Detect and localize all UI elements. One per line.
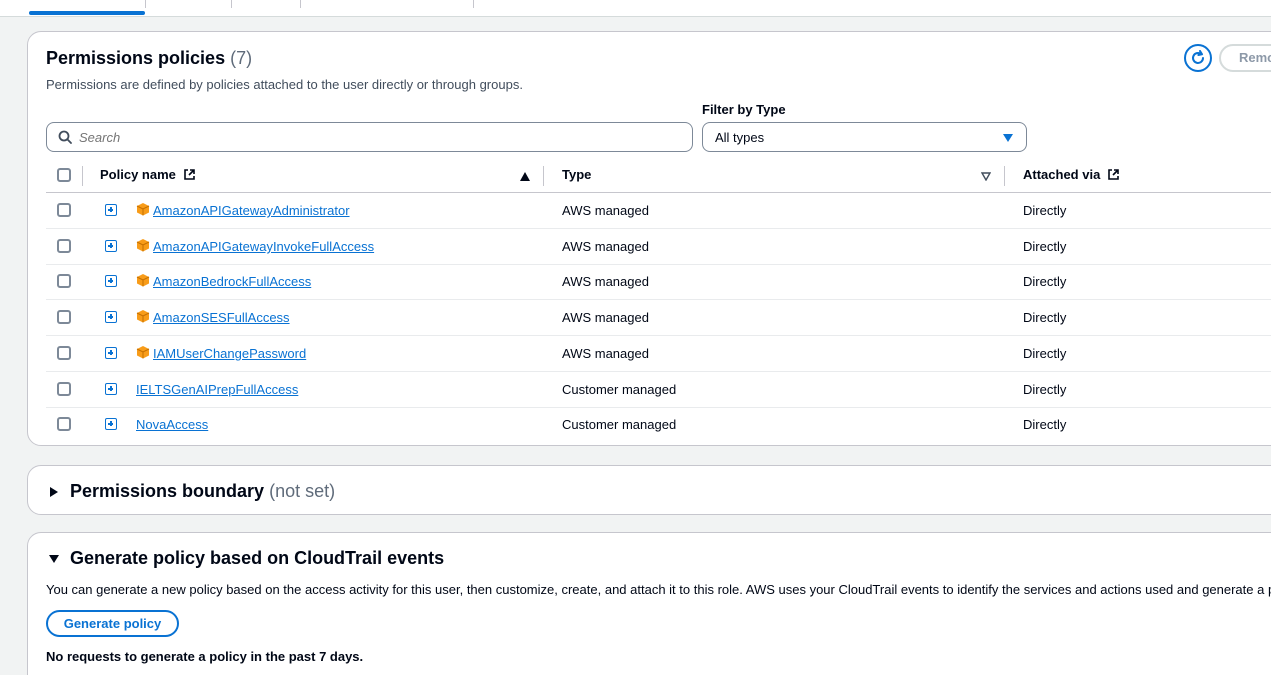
- tab-separator: [231, 0, 232, 8]
- column-separator: [543, 166, 544, 186]
- permissions-policies-heading: Permissions policies (7): [46, 48, 252, 69]
- external-link-icon: [1108, 169, 1119, 180]
- tab-separator: [145, 0, 146, 8]
- table-row: NovaAccess Customer managed Directly: [46, 407, 1271, 443]
- expand-icon[interactable]: [105, 418, 117, 430]
- permissions-policies-panel: Permissions policies (7) Permissions are…: [27, 31, 1271, 446]
- refresh-icon: [1192, 50, 1204, 64]
- search-input[interactable]: [79, 127, 679, 147]
- expand-icon[interactable]: [105, 383, 117, 395]
- caret-down-icon[interactable]: [49, 555, 59, 563]
- table-row: IELTSGenAIPrepFullAccess Customer manage…: [46, 372, 1271, 408]
- attached-via: Directly: [1023, 239, 1067, 254]
- column-header-attached-via[interactable]: Attached via: [1023, 167, 1120, 182]
- aws-managed-icon: [136, 274, 150, 287]
- sort-ascending-icon[interactable]: [520, 172, 530, 181]
- table-row: AmazonAPIGatewayAdministrator AWS manage…: [46, 193, 1271, 229]
- permissions-boundary-panel[interactable]: Permissions boundary (not set): [27, 465, 1271, 515]
- row-checkbox[interactable]: [57, 417, 71, 431]
- column-header-policy-name-label: Policy name: [100, 167, 176, 182]
- generate-policy-status: No requests to generate a policy in the …: [46, 649, 364, 664]
- attached-via: Directly: [1023, 274, 1067, 289]
- remove-button[interactable]: Remove: [1219, 44, 1271, 72]
- search-box[interactable]: [46, 122, 693, 152]
- expand-icon[interactable]: [105, 275, 117, 287]
- policy-name-link[interactable]: NovaAccess: [136, 417, 208, 432]
- caret-right-icon[interactable]: [50, 487, 58, 497]
- tab-strip: [0, 0, 1271, 17]
- cloudtrail-policy-panel: Generate policy based on CloudTrail even…: [27, 532, 1271, 675]
- refresh-button[interactable]: [1184, 44, 1212, 72]
- column-header-attached-via-label: Attached via: [1023, 167, 1101, 182]
- row-checkbox[interactable]: [57, 203, 71, 217]
- select-all-checkbox[interactable]: [57, 168, 71, 182]
- filter-type-value: All types: [715, 130, 765, 145]
- aws-managed-icon: [136, 239, 150, 252]
- policy-name-link[interactable]: IELTSGenAIPrepFullAccess: [136, 382, 298, 397]
- aws-managed-icon: [136, 310, 150, 323]
- filter-by-type-label: Filter by Type: [702, 102, 786, 117]
- column-separator: [1004, 166, 1005, 186]
- table-row: AmazonAPIGatewayInvokeFullAccess AWS man…: [46, 229, 1271, 265]
- attached-via: Directly: [1023, 346, 1067, 361]
- policy-type: AWS managed: [562, 203, 649, 218]
- active-tab-indicator: [29, 11, 145, 15]
- table-header: Policy name Type Attached via: [46, 158, 1271, 193]
- policy-count: (7): [230, 48, 253, 68]
- row-checkbox[interactable]: [57, 310, 71, 324]
- permissions-boundary-heading[interactable]: Permissions boundary (not set): [70, 481, 335, 502]
- policy-type: AWS managed: [562, 346, 649, 361]
- column-header-type[interactable]: Type: [562, 167, 591, 182]
- policy-name-link[interactable]: AmazonAPIGatewayAdministrator: [153, 203, 350, 218]
- policy-type: AWS managed: [562, 310, 649, 325]
- attached-via: Directly: [1023, 310, 1067, 325]
- expand-icon[interactable]: [105, 204, 117, 216]
- attached-via: Directly: [1023, 382, 1067, 397]
- column-header-policy-name[interactable]: Policy name: [100, 167, 196, 182]
- policy-type: AWS managed: [562, 274, 649, 289]
- tab-separator: [300, 0, 301, 8]
- permissions-policies-title: Permissions policies: [46, 48, 226, 68]
- permissions-policies-description: Permissions are defined by policies atta…: [46, 77, 523, 92]
- filter-type-select[interactable]: All types: [702, 122, 1027, 152]
- aws-managed-icon: [136, 203, 150, 216]
- policy-name-link[interactable]: AmazonBedrockFullAccess: [153, 274, 311, 289]
- attached-via: Directly: [1023, 203, 1067, 218]
- policy-name-link[interactable]: IAMUserChangePassword: [153, 346, 306, 361]
- policy-type: Customer managed: [562, 382, 677, 397]
- table-row: AmazonBedrockFullAccess AWS managed Dire…: [46, 264, 1271, 300]
- row-checkbox[interactable]: [57, 346, 71, 360]
- row-checkbox[interactable]: [57, 274, 71, 288]
- aws-managed-icon: [136, 346, 150, 359]
- boundary-status: (not set): [269, 481, 336, 501]
- generate-policy-button[interactable]: Generate policy: [46, 610, 179, 637]
- policy-type: Customer managed: [562, 417, 677, 432]
- row-checkbox[interactable]: [57, 239, 71, 253]
- cloudtrail-heading[interactable]: Generate policy based on CloudTrail even…: [70, 548, 444, 569]
- column-separator: [82, 166, 83, 186]
- expand-icon[interactable]: [105, 347, 117, 359]
- table-row: IAMUserChangePassword AWS managed Direct…: [46, 336, 1271, 372]
- permissions-boundary-title: Permissions boundary: [70, 481, 265, 501]
- policy-name-link[interactable]: AmazonAPIGatewayInvokeFullAccess: [153, 239, 374, 254]
- search-icon: [58, 130, 72, 144]
- cloudtrail-description: You can generate a new policy based on t…: [46, 582, 1271, 597]
- policy-name-link[interactable]: AmazonSESFullAccess: [153, 310, 290, 325]
- expand-icon[interactable]: [105, 311, 117, 323]
- table-row: AmazonSESFullAccess AWS managed Directly: [46, 300, 1271, 336]
- row-checkbox[interactable]: [57, 382, 71, 396]
- tab-separator: [473, 0, 474, 8]
- attached-via: Directly: [1023, 417, 1067, 432]
- policy-type: AWS managed: [562, 239, 649, 254]
- expand-icon[interactable]: [105, 240, 117, 252]
- sort-icon[interactable]: [981, 172, 991, 181]
- external-link-icon: [183, 169, 195, 180]
- caret-down-icon: [1003, 134, 1013, 142]
